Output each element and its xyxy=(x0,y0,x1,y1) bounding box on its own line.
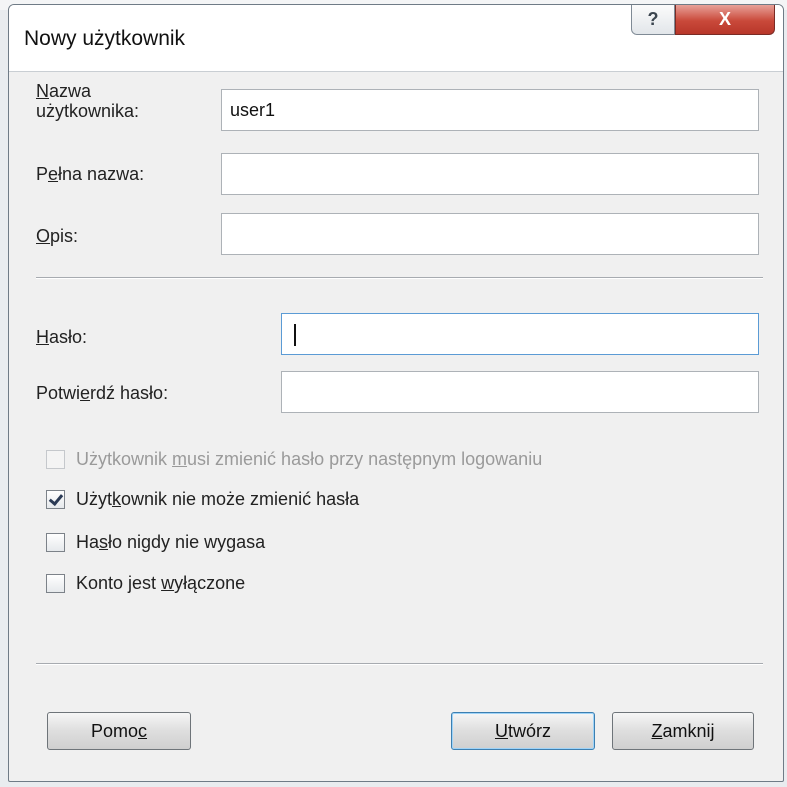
confirm-password-label: Potwierdź hasło: xyxy=(36,383,169,403)
question-icon: ? xyxy=(647,9,659,29)
dialog-title: Nowy użytkownik xyxy=(24,27,186,50)
password-label: Hasło: xyxy=(36,327,88,347)
new-user-dialog: Nowy użytkownik ? X Nazwa użytkownika: P… xyxy=(8,4,784,782)
text-caret xyxy=(294,324,296,346)
fullname-field[interactable] xyxy=(221,153,759,195)
checkbox-label: Użytkownik nie może zmienić hasła xyxy=(76,489,360,509)
fullname-label: Pełna nazwa: xyxy=(36,164,145,184)
help-dialog-button[interactable]: Pomoc xyxy=(47,712,191,750)
help-button[interactable]: ? xyxy=(631,5,675,35)
checkbox-label: Hasło nigdy nie wygasa xyxy=(76,532,266,552)
checkbox-box[interactable] xyxy=(46,490,65,509)
password-field[interactable] xyxy=(281,313,759,355)
checkbox-label: Użytkownik musi zmienić hasło przy nastę… xyxy=(76,449,543,469)
checkbox-box[interactable] xyxy=(46,533,65,552)
close-window-button[interactable]: X xyxy=(675,5,775,35)
close-button[interactable]: Zamknij xyxy=(612,712,754,750)
checkbox-box[interactable] xyxy=(46,574,65,593)
username-field[interactable] xyxy=(221,89,759,131)
description-label: Opis: xyxy=(36,226,79,246)
username-label: Nazwa użytkownika: xyxy=(36,81,140,121)
separator-bottom xyxy=(36,663,763,665)
create-button[interactable]: Utwórz xyxy=(451,712,595,750)
separator-top xyxy=(36,277,763,279)
checkbox-box[interactable] xyxy=(46,450,65,469)
confirm-password-field[interactable] xyxy=(281,371,759,413)
close-icon: X xyxy=(718,9,731,29)
title-bar: Nowy użytkownik ? X xyxy=(9,5,783,72)
description-field[interactable] xyxy=(221,213,759,255)
checkbox-label: Konto jest wyłączone xyxy=(76,573,246,593)
